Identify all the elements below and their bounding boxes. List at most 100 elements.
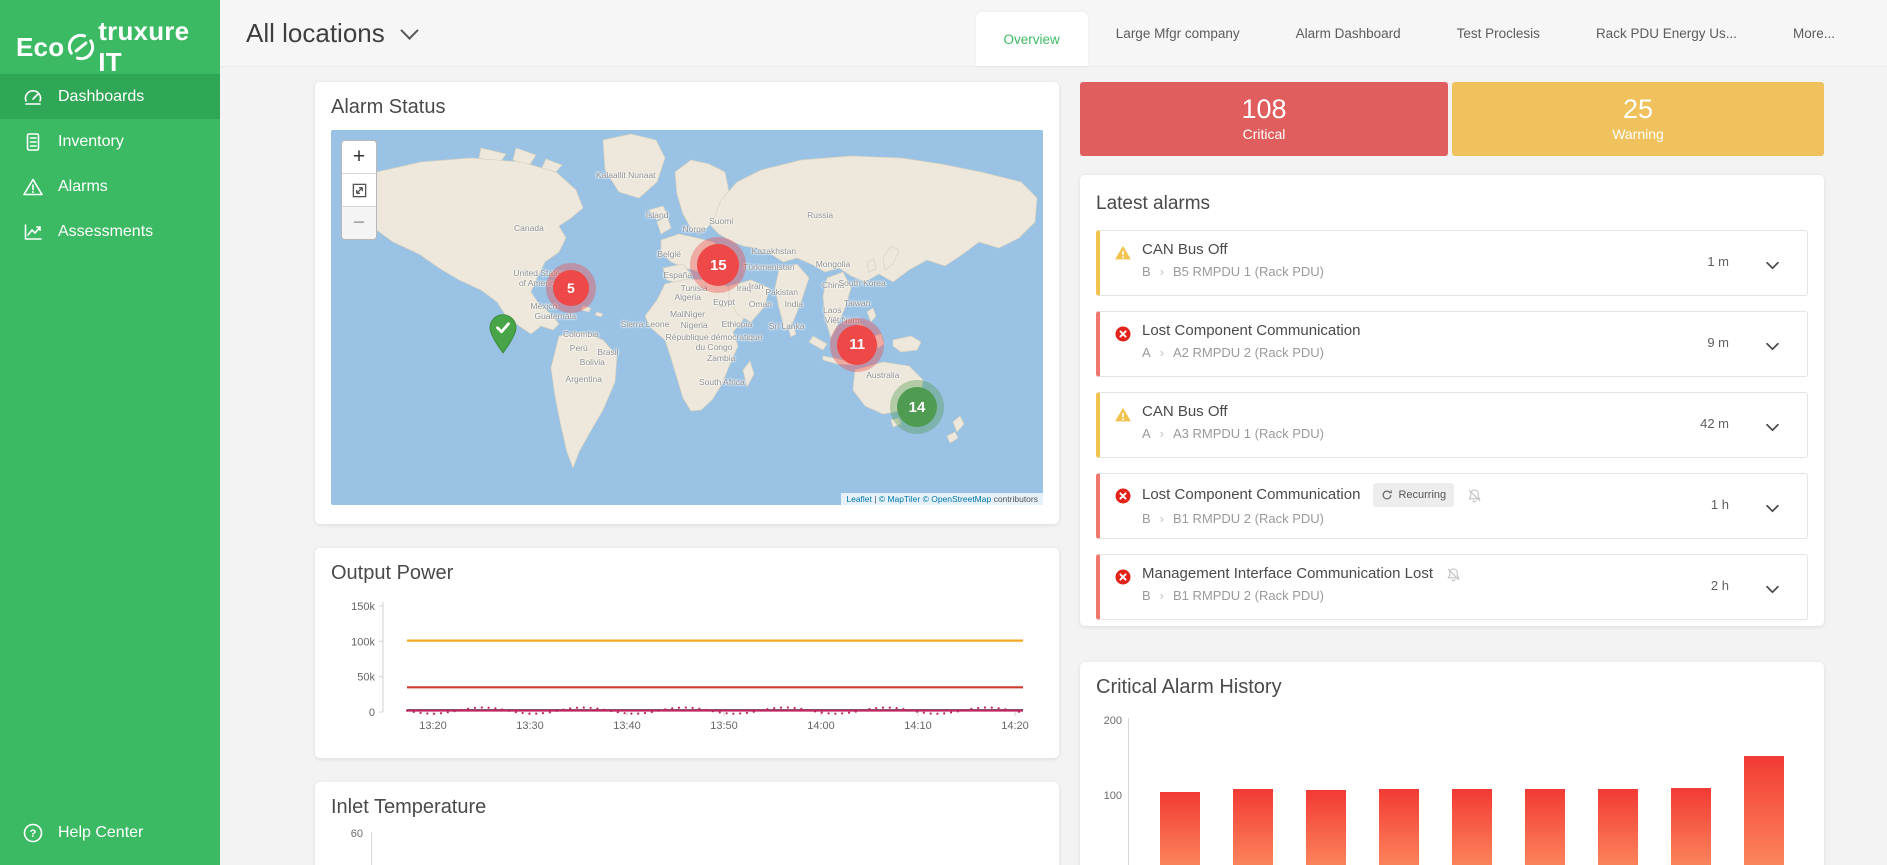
alarm-item[interactable]: Lost Component CommunicationA›A2 RMPDU 2… [1096,311,1808,377]
alarm-item[interactable]: Management Interface Communication LostB… [1096,554,1808,620]
zoom-in-button[interactable]: + [342,141,376,174]
svg-text:14:20: 14:20 [1001,720,1029,732]
svg-text:13:30: 13:30 [516,720,544,732]
alarm-device: B1 RMPDU 2 (Rack PDU) [1173,511,1324,526]
tab-test-proclesis[interactable]: Test Proclesis [1429,0,1568,66]
svg-text:13:50: 13:50 [710,720,738,732]
attribution-suffix: contributors [991,494,1038,504]
svg-text:150k: 150k [351,601,375,613]
bell-muted-icon [1446,567,1461,582]
tab-more[interactable]: More... [1765,0,1863,66]
tab-rack-pdu-energy-us[interactable]: Rack PDU Energy Us... [1568,0,1765,66]
bar [1233,789,1273,865]
sidebar-menu: DashboardsInventoryAlarms Assessments [0,74,220,254]
sidebar-item-label: Assessments [58,223,153,241]
chevron-down-icon[interactable] [1766,500,1779,518]
bell-muted-icon [1467,488,1482,503]
sidebar-help: ? Help Center [0,810,220,855]
alarm-location: B [1142,588,1151,603]
critical-count: 108 [1080,96,1448,123]
alarm-age: 1 m [1707,254,1729,269]
leaflet-link[interactable]: Leaflet [846,494,872,504]
tab-bar: OverviewLarge Mfgr companyAlarm Dashboar… [976,0,1863,66]
alarm-device: A3 RMPDU 1 (Rack PDU) [1173,426,1324,441]
critical-icon [1114,325,1132,343]
map-cluster-ok[interactable]: 14 [897,387,937,427]
chevron-down-icon[interactable] [1766,419,1779,437]
help-center-button[interactable]: ? Help Center [0,810,220,855]
breadcrumb-chevron: › [1160,426,1164,441]
alarm-item[interactable]: Lost Component CommunicationRecurringB›B… [1096,473,1808,539]
app-logo[interactable]: Ecotruxure IT [0,0,220,78]
sidebar-item-inventory[interactable]: Inventory [0,119,220,164]
sidebar-item-dashboards[interactable]: Dashboards [0,74,220,119]
warning-count-banner[interactable]: 25 Warning [1452,82,1824,156]
critical-icon [1114,487,1132,505]
critical-history-chart: 200100 [1080,662,1824,865]
recurring-icon [1381,489,1393,501]
fullscreen-button[interactable] [342,174,376,207]
alarm-device: B1 RMPDU 2 (Rack PDU) [1173,588,1324,603]
osm-link[interactable]: © OpenStreetMap [920,494,991,504]
sidebar-item-alarms[interactable]: Alarms [0,164,220,209]
latest-alarms-list: CAN Bus OffB›B5 RMPDU 1 (Rack PDU)1 mLos… [1096,230,1808,635]
map-cluster-critical[interactable]: 15 [697,244,739,286]
alarm-age: 9 m [1707,335,1729,350]
output-power-chart: 150k100k50k013:2013:3013:4013:5014:0014:… [323,592,1047,744]
chevron-down-icon[interactable] [1766,257,1779,275]
chevron-down-icon[interactable] [1766,338,1779,356]
bar [1160,792,1200,865]
sidebar-item-assessments[interactable]: Assessments [0,209,220,254]
alarm-item[interactable]: CAN Bus OffB›B5 RMPDU 1 (Rack PDU)1 m [1096,230,1808,296]
critical-count-banner[interactable]: 108 Critical [1080,82,1448,156]
ecostruxure-it-dashboard: Ecotruxure IT DashboardsInventoryAlarms A… [0,0,1887,865]
recurring-badge: Recurring [1373,483,1454,507]
breadcrumb-chevron: › [1160,345,1164,360]
map-pin-ok[interactable] [488,314,518,359]
alarms-icon [22,176,44,198]
bar [1452,789,1492,865]
warning-icon [1114,406,1132,424]
bar [1379,789,1419,865]
svg-text:14:10: 14:10 [904,720,932,732]
y-tick: 100 [1086,790,1122,802]
critical-label: Critical [1080,126,1448,142]
zoom-out-button[interactable]: − [342,207,376,239]
tab-alarm-dashboard[interactable]: Alarm Dashboard [1268,0,1429,66]
chevron-down-icon[interactable] [1766,581,1779,599]
alarm-item[interactable]: CAN Bus OffA›A3 RMPDU 1 (Rack PDU)42 m [1096,392,1808,458]
warning-icon [1114,244,1132,262]
map-continents [331,130,1043,505]
ecostruxure-swirl-icon [66,32,96,62]
svg-text:13:40: 13:40 [613,720,641,732]
alarm-device: A2 RMPDU 2 (Rack PDU) [1173,345,1324,360]
map-cluster-critical[interactable]: 11 [837,325,877,365]
recurring-badge-label: Recurring [1398,485,1446,505]
svg-text:50k: 50k [357,672,375,684]
y-axis [1128,718,1129,865]
y-axis [371,832,372,865]
map-cluster-critical[interactable]: 5 [553,270,589,306]
alarm-status-card: Alarm Status [315,82,1059,524]
breadcrumb-chevron: › [1160,511,1164,526]
inlet-temperature-title: Inlet Temperature [331,796,486,819]
alarm-title: Lost Component Communication [1142,321,1360,341]
assessments-icon [22,221,44,243]
tab-large-mfgr-company[interactable]: Large Mfgr company [1088,0,1268,66]
breadcrumb-chevron: › [1160,588,1164,603]
location-selector[interactable]: All locations [246,0,416,66]
svg-text:0: 0 [369,707,375,719]
maptiler-link[interactable]: © MapTiler [879,494,920,504]
warning-label: Warning [1452,126,1824,142]
bar [1671,788,1711,865]
breadcrumb-chevron: › [1160,264,1164,279]
latest-alarms-title: Latest alarms [1096,193,1210,215]
alarm-location: A [1142,426,1151,441]
alarm-device: B5 RMPDU 1 (Rack PDU) [1173,264,1324,279]
alarm-age: 1 h [1711,497,1729,512]
world-map[interactable]: Kalaallit NunaatÍslandCanadaNorgeSuomiRu… [331,130,1043,505]
alarm-age: 42 m [1700,416,1729,431]
help-center-label: Help Center [58,824,143,842]
bar [1744,756,1784,865]
tab-overview[interactable]: Overview [976,12,1088,66]
